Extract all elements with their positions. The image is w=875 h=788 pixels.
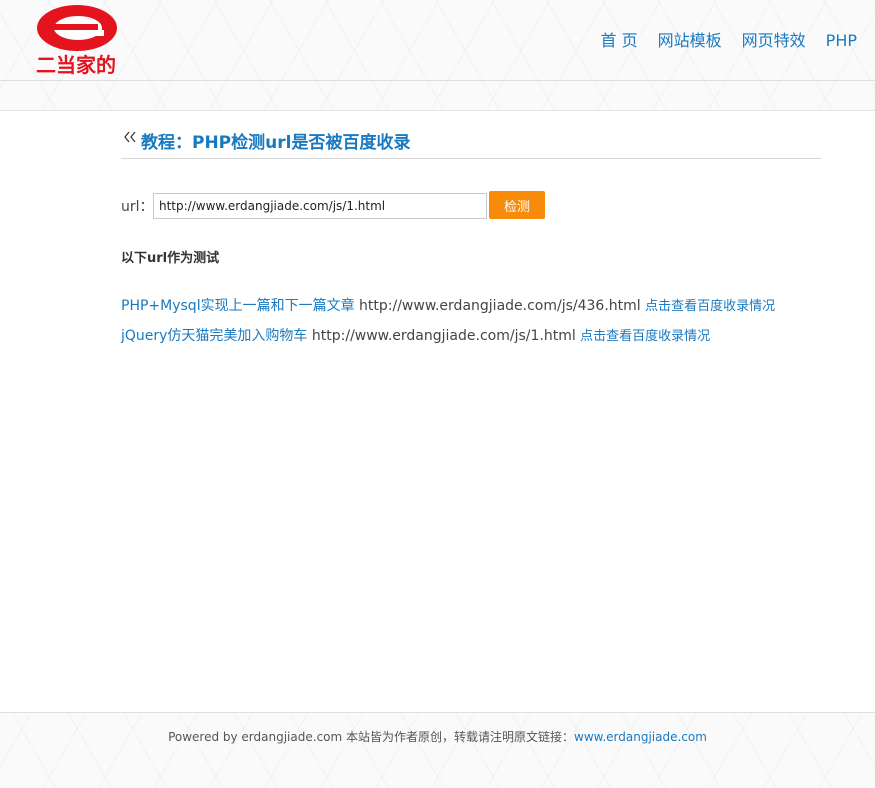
nav-item-php[interactable]: PHP [826, 30, 857, 52]
header-divider [0, 80, 875, 81]
nav-item-home[interactable]: 首 页 [601, 30, 638, 52]
footer-site-link[interactable]: www.erdangjiade.com [574, 730, 707, 744]
main-nav: 首 页 网站模板 网页特效 PHP [581, 30, 857, 52]
double-chevron-left-icon[interactable] [123, 130, 137, 144]
article-link[interactable]: jQuery仿天猫完美加入购物车 [121, 328, 307, 344]
site-logo[interactable]: 二当家的 [30, 2, 122, 76]
nav-item-templates[interactable]: 网站模板 [658, 30, 722, 52]
title-bar: 教程：PHP检测url是否被百度收录 [121, 128, 821, 159]
article-link[interactable]: PHP+Mysql实现上一篇和下一篇文章 [121, 298, 355, 314]
nav-item-effects[interactable]: 网页特效 [742, 30, 806, 52]
site-footer: Powered by erdangjiade.com 本站皆为作者原创，转载请注… [0, 712, 875, 788]
list-item: jQuery仿天猫完美加入购物车 http://www.erdangjiade.… [121, 326, 775, 356]
list-item: PHP+Mysql实现上一篇和下一篇文章 http://www.erdangji… [121, 296, 775, 326]
test-section-heading: 以下url作为测试 [121, 251, 220, 266]
url-label: url： [121, 199, 154, 215]
footer-copyright: Powered by erdangjiade.com 本站皆为作者原创，转载请注… [168, 730, 575, 744]
check-index-link[interactable]: 点击查看百度收录情况 [645, 299, 775, 314]
check-index-link[interactable]: 点击查看百度收录情况 [580, 329, 710, 344]
check-button[interactable]: 检测 [489, 191, 545, 219]
site-header: 二当家的 首 页 网站模板 网页特效 PHP [0, 0, 875, 111]
url-input[interactable] [153, 193, 487, 219]
article-url: http://www.erdangjiade.com/js/436.html [359, 298, 641, 314]
page-title: 教程：PHP检测url是否被百度收录 [141, 133, 411, 153]
logo-text: 二当家的 [36, 53, 116, 76]
article-url: http://www.erdangjiade.com/js/1.html [311, 328, 576, 344]
footer-text: Powered by erdangjiade.com 本站皆为作者原创，转载请注… [0, 728, 875, 745]
test-url-list: PHP+Mysql实现上一篇和下一篇文章 http://www.erdangji… [121, 296, 775, 356]
